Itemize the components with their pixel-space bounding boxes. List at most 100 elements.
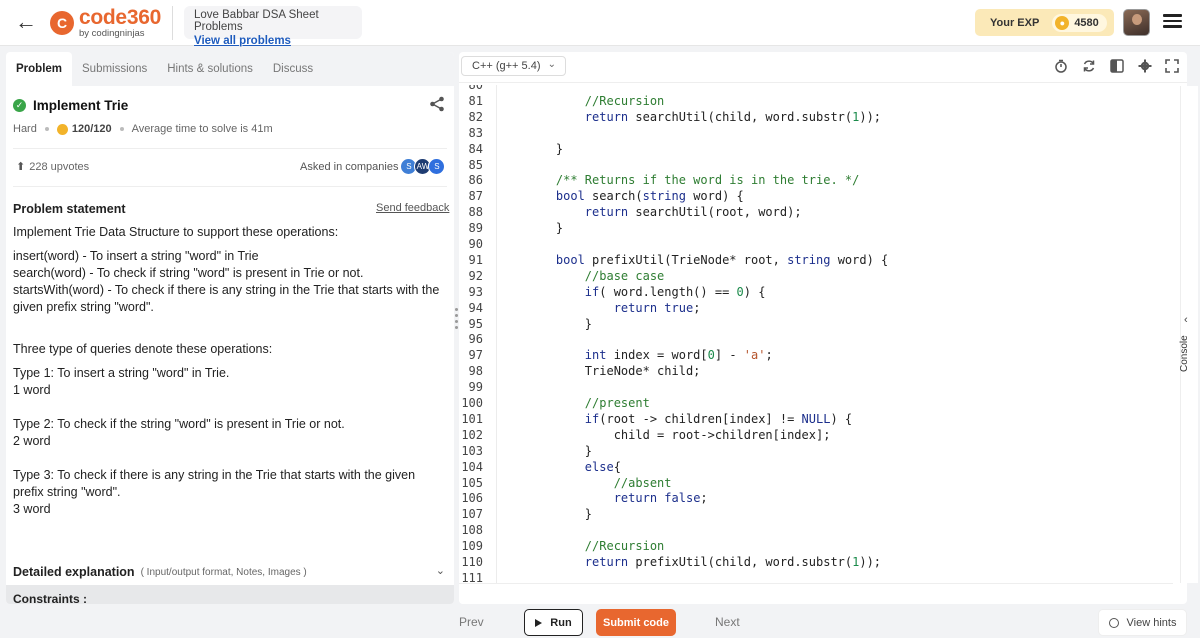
code-text: return true; [613,300,701,315]
code-text: } [527,316,593,331]
code-line[interactable]: 88 return searchUtil(root, word); [459,204,1173,220]
line-number: 98 [468,364,483,379]
fullscreen-icon[interactable] [1165,59,1179,73]
line-number: 104 [461,459,483,474]
code-line[interactable]: 95 } [459,316,1173,332]
statement-gap [13,358,445,365]
code-line[interactable]: 97 int index = word[0] - 'a'; [459,347,1173,363]
line-number: 100 [461,396,483,410]
line-number: 103 [461,443,483,458]
code-line[interactable]: 110 return prefixUtil(child, word.substr… [459,554,1173,570]
divider [13,186,447,187]
line-number: 101 [461,411,483,426]
statement-line: Type 3: To check if there is any string … [13,468,416,499]
code-line[interactable]: 85 [459,157,1173,173]
tab-discuss[interactable]: Discuss [263,52,323,86]
code-line[interactable]: 102 child = root->children[index]; [459,427,1173,443]
breadcrumb-title: Love Babbar DSA Sheet Problems [194,9,319,33]
statement-gap [13,316,445,341]
tab-hints-solutions[interactable]: Hints & solutions [157,52,263,86]
statement-line: startsWith(word) - To check if there is … [13,283,440,314]
line-number: 94 [468,300,483,315]
code-line[interactable]: 87 bool search(string word) { [459,188,1173,204]
line-number: 93 [468,284,483,299]
code-line[interactable]: 89 } [459,220,1173,236]
statement-line: Type 2: To check if the string "word" is… [13,417,345,431]
gear-icon[interactable] [1138,59,1152,73]
detailed-explanation-title: Detailed explanation [13,565,135,579]
code-line[interactable]: 90 [459,236,1173,252]
chevron-left-icon[interactable]: ‹ [1184,314,1188,326]
problem-statement-heading: Problem statement [13,202,126,216]
language-select[interactable]: C++ (g++ 5.4) ⌄ [461,56,566,76]
line-number: 110 [461,555,483,569]
code-line[interactable]: 109 //Recursion [459,538,1173,554]
code-line[interactable]: 106 return false; [459,490,1173,506]
line-number: 99 [468,380,483,395]
back-arrow-icon[interactable]: ← [12,10,40,36]
code-line[interactable]: 81 //Recursion [459,93,1173,109]
problem-meta: Hard 120/120 Average time to solve is 41… [13,123,273,135]
code-line[interactable]: 100 //present [459,395,1173,411]
tab-submissions[interactable]: Submissions [72,52,157,86]
code360-logo[interactable]: C code360 by codingninjas [50,7,161,39]
hamburger-menu-icon[interactable] [1162,11,1184,33]
line-number: 82 [468,109,483,124]
code-line[interactable]: 83 [459,125,1173,141]
bottom-action-bar: Prev Run Submit code Next View hints [0,604,1200,638]
code-line[interactable]: 96 [459,331,1173,347]
view-all-problems-link[interactable]: View all problems [194,35,352,47]
submit-code-button[interactable]: Submit code [596,609,676,636]
avatar[interactable] [1123,9,1150,36]
layout-icon[interactable] [1110,59,1124,73]
send-feedback-link[interactable]: Send feedback [376,202,449,214]
line-number: 108 [461,523,483,538]
code-text: } [527,221,564,236]
statement-gap [13,450,445,467]
asked-in-companies[interactable]: Asked in companies S AW S [300,158,446,175]
problem-tabs: Problem Submissions Hints & solutions Di… [6,52,454,86]
code-line[interactable]: 93 if( word.length() == 0) { [459,284,1173,300]
line-number: 90 [468,237,483,251]
prev-button[interactable]: Prev [459,615,484,629]
line-number: 97 [468,348,483,363]
code-line[interactable]: 104 else{ [459,459,1173,475]
code-line[interactable]: 91 bool prefixUtil(TrieNode* root, strin… [459,252,1173,268]
code-editor[interactable]: 80 81 //Recursion 82 return searchUtil(chi… [459,85,1173,583]
code-line[interactable]: 98 TrieNode* child; [459,363,1173,379]
code-line[interactable]: 84 } [459,141,1173,157]
code-text: //base case [584,268,665,283]
code-line[interactable]: 103 } [459,443,1173,459]
code-line[interactable]: 99 [459,379,1173,395]
line-number: 81 [468,93,483,108]
share-icon[interactable] [429,96,445,112]
avg-time-label: Average time to solve is 41m [131,123,273,135]
line-number: 106 [461,491,483,506]
horizontal-scrollbar[interactable] [459,583,1173,604]
editor-toolbar: C++ (g++ 5.4) ⌄ [459,52,1187,83]
code-line[interactable]: 105 //absent [459,475,1173,491]
code-line[interactable]: 111 [459,570,1173,583]
code-line[interactable]: 94 return true; [459,300,1173,316]
upvote-button[interactable]: ⬆ 228 upvotes [16,160,89,174]
statement-line: Type 1: To insert a string "word" in Tri… [13,366,230,380]
detailed-explanation-toggle[interactable]: Detailed explanation ( Input/output form… [13,562,447,582]
code-text: child = root->children[index]; [527,427,831,442]
statement-line: insert(word) - To insert a string "word"… [13,249,259,263]
line-number: 105 [461,475,483,490]
view-hints-button[interactable]: View hints [1098,609,1187,636]
reset-icon[interactable] [1082,59,1096,73]
exp-badge[interactable]: Your EXP ● 4580 [975,9,1114,36]
next-button[interactable]: Next [715,615,740,629]
code-line[interactable]: 86 /** Returns if the word is in the tri… [459,172,1173,188]
code-line[interactable]: 92 //base case [459,268,1173,284]
constraints-heading[interactable]: Constraints : [6,585,454,604]
code-line[interactable]: 107 } [459,506,1173,522]
code-line[interactable]: 82 return searchUtil(child, word.substr(… [459,109,1173,125]
run-button[interactable]: Run [524,609,583,636]
code-line[interactable]: 101 if(root -> children[index] != NULL) … [459,411,1173,427]
timer-icon[interactable] [1054,59,1068,73]
code-line[interactable]: 108 [459,522,1173,538]
code-line[interactable]: 80 [459,85,1173,93]
tab-problem[interactable]: Problem [6,52,73,86]
